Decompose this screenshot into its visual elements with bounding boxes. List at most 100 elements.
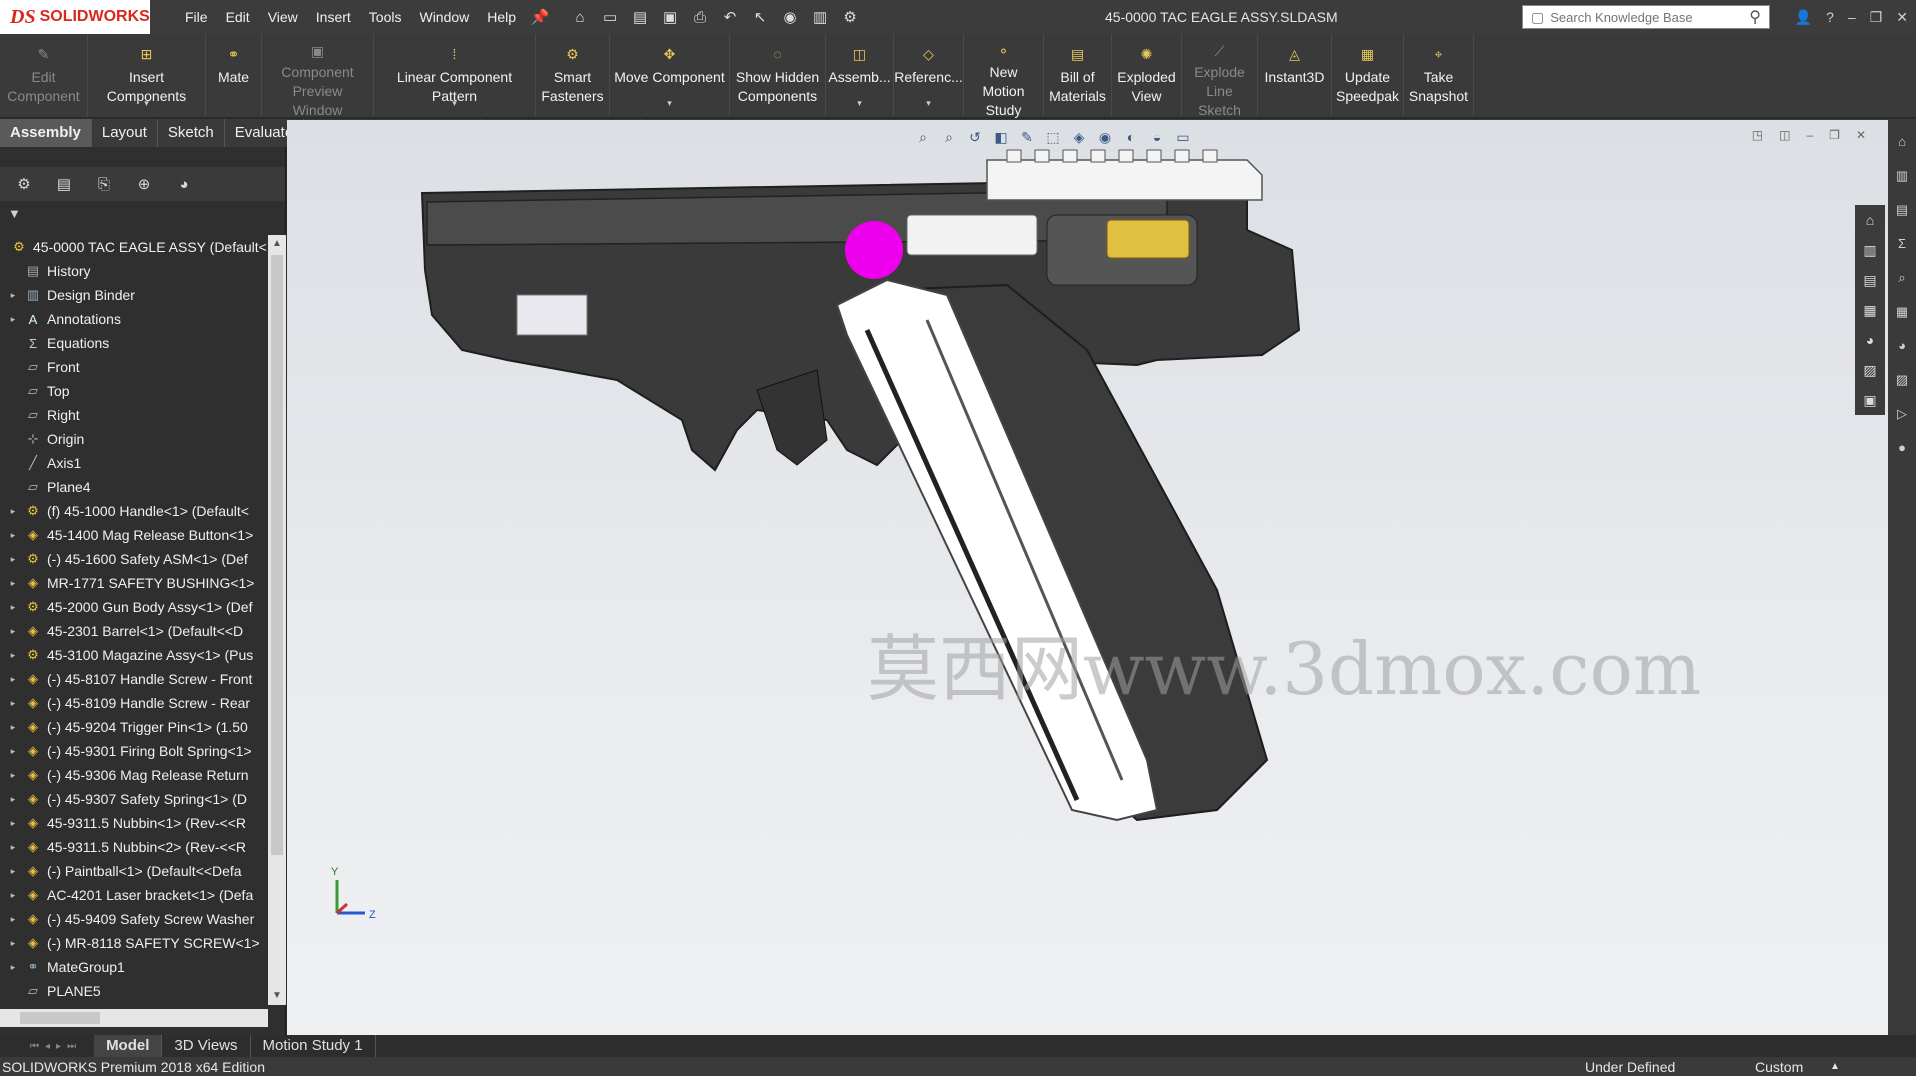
scroll-up-arrow-icon[interactable]: ▲ [268,235,286,253]
viewport-expand-icon[interactable]: ◳ [1752,128,1763,142]
property-manager-tab-icon[interactable]: ▤ [50,170,78,198]
cmd-move-component[interactable]: ✥ Move Component ▾ [610,34,730,117]
model-view[interactable]: Y Z [287,120,1888,1035]
feature-manager-tab-icon[interactable]: ⚙ [10,170,38,198]
view-orientation-icon[interactable]: ⬚ [1042,126,1064,148]
expand-arrow-icon[interactable]: ▸ [6,674,20,685]
menu-window[interactable]: Window [410,0,478,34]
edit-appearance-icon[interactable]: ◐ [1120,126,1142,148]
help-icon[interactable]: ? [1826,9,1834,25]
dropdown-arrow-icon[interactable]: ▾ [667,94,672,113]
tree-item[interactable]: ▸ ⚭ MateGroup1 [0,955,268,979]
menu-insert[interactable]: Insert [307,0,360,34]
undo-icon[interactable]: ↶ [719,6,741,28]
menu-tools[interactable]: Tools [360,0,411,34]
file-explorer-icon[interactable]: ▤ [1855,265,1885,295]
design-library-tab-icon[interactable]: ▥ [1892,168,1912,188]
tree-item[interactable]: ▸ ◈ (-) 45-9306 Mag Release Return [0,763,268,787]
expand-arrow-icon[interactable]: ▸ [6,770,20,781]
tree-item[interactable]: ▱ Plane4 [0,475,268,499]
close-icon[interactable]: ✕ [1896,9,1908,26]
sum-icon[interactable]: Σ [1892,236,1912,256]
expand-arrow-icon[interactable]: ▸ [6,602,20,613]
next-tab-icon[interactable]: ▸ [56,1041,61,1052]
expand-arrow-icon[interactable]: ▸ [6,626,20,637]
tree-horizontal-scrollbar[interactable] [0,1009,268,1027]
cmd-preview-window[interactable]: ▣ Component Preview Window [262,34,374,118]
tree-item[interactable]: ▸ A Annotations [0,307,268,331]
dropdown-arrow-icon[interactable]: ▾ [452,94,457,113]
rebuild-icon[interactable]: ◉ [779,6,801,28]
expand-arrow-icon[interactable]: ▸ [6,962,20,973]
display-style-icon[interactable]: ◈ [1068,126,1090,148]
menu-help[interactable]: Help [478,0,525,34]
menu-file[interactable]: File [176,0,217,34]
search-tab-icon[interactable]: ⌕ [1892,270,1912,290]
cmd-reference-geometry[interactable]: ◇ Referenc... ▾ [894,34,964,117]
bottom-tab-motion-study-1[interactable]: Motion Study 1 [251,1035,376,1057]
prev-tab-icon[interactable]: ◂ [45,1041,50,1052]
user-icon[interactable]: 👤 [1795,9,1812,26]
horizontal-scroll-thumb[interactable] [20,1012,100,1024]
tree-item[interactable]: ▸ ◈ (-) 45-9307 Safety Spring<1> (D [0,787,268,811]
appearances-icon[interactable]: ◕ [1855,325,1885,355]
tree-item[interactable]: ▸ ◈ AC-4201 Laser bracket<1> (Defa [0,883,268,907]
save-icon[interactable]: ▣ [659,6,681,28]
expand-arrow-icon[interactable]: ▸ [6,290,20,301]
tree-item[interactable]: ▸ ▥ Design Binder [0,283,268,307]
expand-arrow-icon[interactable]: ▸ [6,818,20,829]
expand-arrow-icon[interactable]: ▸ [6,578,20,589]
tree-item[interactable]: ▸ ◈ MR-1771 SAFETY BUSHING<1> [0,571,268,595]
zoom-to-area-icon[interactable]: ⌕ [938,126,960,148]
restore-icon[interactable]: ❐ [1870,9,1883,26]
cmd-smart-fasteners[interactable]: ⚙ Smart Fasteners [536,34,610,117]
cmd-bom[interactable]: ▤ Bill of Materials [1044,34,1112,117]
minimize-icon[interactable]: – [1848,9,1856,25]
expand-arrow-icon[interactable]: ▸ [6,506,20,517]
tree-item[interactable]: ▤ History [0,259,268,283]
expand-arrow-icon[interactable]: ▸ [6,314,20,325]
search-icon[interactable]: ⚲ [1749,7,1761,27]
view-palette-icon[interactable]: ▦ [1855,295,1885,325]
tree-item[interactable]: ▸ ◈ (-) 45-9409 Safety Screw Washer [0,907,268,931]
view-palette-tab-icon[interactable]: ▦ [1892,304,1912,324]
search-input[interactable] [1550,9,1721,25]
tree-item[interactable]: Σ Equations [0,331,268,355]
tab-sketch[interactable]: Sketch [158,119,225,147]
menu-edit[interactable]: Edit [217,0,259,34]
file-explorer-tab-icon[interactable]: ▤ [1892,202,1912,222]
file-properties-icon[interactable]: ▥ [809,6,831,28]
tree-item[interactable]: ▸ ⚙ (-) 45-1600 Safety ASM<1> (Def [0,547,268,571]
tree-item[interactable]: ▸ ◈ (-) 45-8109 Handle Screw - Rear [0,691,268,715]
dropdown-arrow-icon[interactable]: ▾ [144,94,149,113]
cmd-show-hidden[interactable]: ◌ Show Hidden Components [730,34,826,117]
cmd-instant3d[interactable]: ◬ Instant3D [1258,34,1332,117]
zoom-to-fit-icon[interactable]: ⌕ [912,126,934,148]
tree-item[interactable]: ▸ ◈ 45-1400 Mag Release Button<1> [0,523,268,547]
open-icon[interactable]: ▤ [629,6,651,28]
cmd-mate[interactable]: ⚭ Mate [206,34,262,117]
solidworks-resources-icon[interactable]: ⌂ [1892,134,1912,154]
tree-item[interactable]: ▸ ⚙ 45-2000 Gun Body Assy<1> (Def [0,595,268,619]
tree-item[interactable]: ▸ ◈ (-) MR-8118 SAFETY SCREW<1> [0,931,268,955]
expand-arrow-icon[interactable]: ▸ [6,914,20,925]
tree-item[interactable]: ▸ ◈ 45-9311.5 Nubbin<2> (Rev-<<R [0,835,268,859]
viewport-split-icon[interactable]: ◫ [1779,128,1790,142]
expand-arrow-icon[interactable]: ▸ [6,698,20,709]
expand-arrow-icon[interactable]: ▸ [6,842,20,853]
expand-arrow-icon[interactable]: ▸ [6,890,20,901]
expand-arrow-icon[interactable]: ▸ [6,650,20,661]
tree-item[interactable]: ▱ Front [0,355,268,379]
home-view-icon[interactable]: ⌂ [1855,205,1885,235]
tree-item[interactable]: ▸ ⚙ 45-3100 Magazine Assy<1> (Pus [0,643,268,667]
print-icon[interactable]: ⎙ [689,6,711,28]
play-icon[interactable]: ▷ [1892,406,1912,426]
filter-icon[interactable]: ▼ [8,206,21,221]
dropdown-arrow-icon[interactable]: ▾ [926,94,931,113]
cmd-assembly-features[interactable]: ◫ Assemb... ▾ [826,34,894,117]
bottom-tab-3d-views[interactable]: 3D Views [162,1035,251,1057]
cmd-motion-study[interactable]: ⚬ New Motion Study [964,34,1044,118]
tab-assembly[interactable]: Assembly [0,119,92,147]
expand-arrow-icon[interactable]: ▸ [6,938,20,949]
cmd-explode-line[interactable]: ⟋ Explode Line Sketch [1182,34,1258,118]
